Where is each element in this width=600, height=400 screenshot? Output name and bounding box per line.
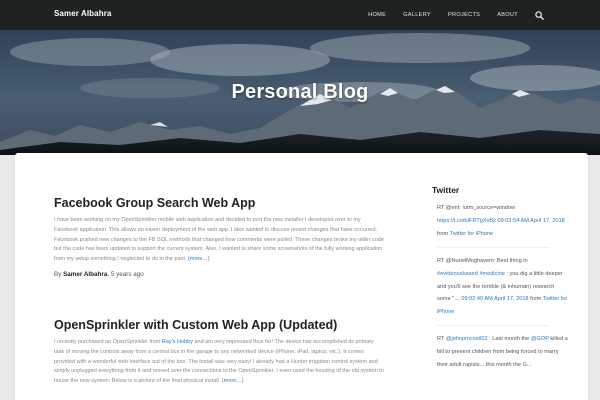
search-icon[interactable] <box>535 10 544 20</box>
tweet-source-link[interactable]: Twitter for iPhone <box>450 231 494 237</box>
post-excerpt-text: I recently purchased an OpenSprinkler fr… <box>54 339 162 345</box>
meta-prefix: By <box>54 270 64 278</box>
top-navbar: Samer Albahra HOME GALLERY PROJECTS ABOU… <box>0 0 600 30</box>
tweet-link[interactable]: https://t.co/bIFRTgXvBx <box>437 218 496 224</box>
tweet-divider <box>437 246 549 248</box>
mention-link[interactable]: @GOP <box>531 336 549 342</box>
twitter-widget: Twitter RT @ent: !utm_source=window http… <box>432 185 568 372</box>
post-meta: By Samer Albahra, 5 years ago <box>54 271 384 278</box>
nav-about[interactable]: ABOUT <box>497 12 518 18</box>
read-more-link[interactable]: (more…) <box>222 378 244 384</box>
nav-gallery[interactable]: GALLERY <box>403 12 431 18</box>
tweet-from: from <box>437 230 450 237</box>
meta-date: , 5 years ago <box>107 270 144 278</box>
mention-link[interactable]: @johnpmcneil02 <box>446 336 488 342</box>
tweet: RT @NurielMoghavem: Best thing in #evide… <box>432 255 568 320</box>
post-excerpt-text: and am very impressed thus far! The devi… <box>54 339 384 385</box>
tweet: RT @ent: !utm_source=window https://t.co… <box>432 202 568 241</box>
hashtag-link[interactable]: #medicine <box>479 271 505 277</box>
blog-post: Facebook Group Search Web App I have bee… <box>54 196 384 278</box>
tweet-from: from <box>528 296 543 303</box>
content-card: Facebook Group Search Web App I have bee… <box>15 153 588 400</box>
hero-title: Personal Blog <box>231 81 369 103</box>
tweet-time-link[interactable]: 09:03:54 AM April 17, 2018 <box>498 218 565 224</box>
read-more-link[interactable]: (more…) <box>188 256 210 262</box>
hero-banner: Personal Blog <box>0 30 600 155</box>
tweet-divider <box>437 325 549 327</box>
post-author[interactable]: Samer Albahra <box>63 271 107 278</box>
post-excerpt-text: I have been working on my OpenSprinkler … <box>54 217 384 263</box>
tweet: RT @johnpmcneil02 : Last month the @GOP … <box>432 333 568 372</box>
widget-title: Twitter <box>432 185 460 195</box>
post-excerpt: I have been working on my OpenSprinkler … <box>54 216 384 265</box>
tweet-text: : Last month the <box>487 336 531 343</box>
tweet-text: RT <box>437 336 446 343</box>
nav-menu: HOME GALLERY PROJECTS ABOUT <box>351 0 544 30</box>
hashtag-link[interactable]: #evidencebased <box>437 271 478 277</box>
tweet-text: RT @ent: !utm_source=window <box>437 205 516 211</box>
nav-projects[interactable]: PROJECTS <box>448 12 480 18</box>
post-title[interactable]: OpenSprinkler with Custom Web App (Updat… <box>54 318 384 333</box>
post-title[interactable]: Facebook Group Search Web App <box>54 196 384 211</box>
blog-post: OpenSprinkler with Custom Web App (Updat… <box>54 318 384 387</box>
tweet-text: RT @NurielMoghavem: Best thing in <box>437 257 528 264</box>
nav-home[interactable]: HOME <box>368 12 386 18</box>
tweet-time-link[interactable]: 09:02:40 AM April 17, 2018 <box>461 296 528 302</box>
site-brand[interactable]: Samer Albahra <box>54 9 111 18</box>
post-excerpt: I recently purchased an OpenSprinkler fr… <box>54 338 384 387</box>
rays-hobby-link[interactable]: Ray's Hobby <box>162 339 193 345</box>
